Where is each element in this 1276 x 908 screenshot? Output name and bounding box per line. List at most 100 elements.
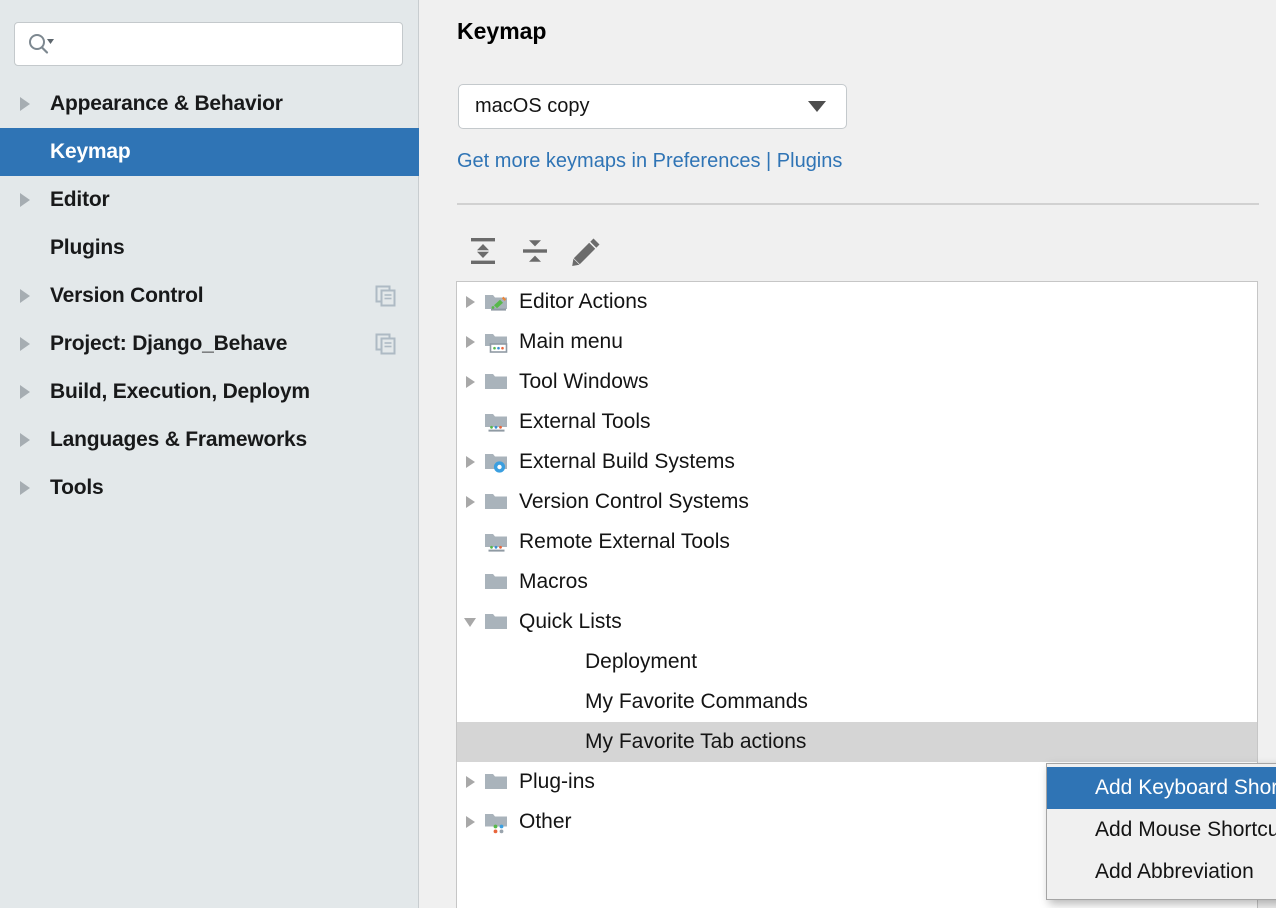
chevron-right-icon[interactable]	[457, 816, 483, 828]
tree-row[interactable]: Remote External Tools	[457, 522, 1257, 562]
divider	[457, 203, 1259, 205]
sidebar-item-label: Version Control	[50, 284, 203, 308]
sidebar-item-editor[interactable]: Editor	[0, 176, 419, 224]
chevron-down-icon[interactable]	[808, 101, 826, 112]
copy-documents-icon[interactable]	[375, 333, 397, 355]
tree-row-label: Version Control Systems	[519, 490, 749, 514]
tree-row-label: Tool Windows	[519, 370, 649, 394]
tree-row-label: Plug-ins	[519, 770, 595, 794]
folder-plain-icon	[483, 769, 509, 795]
collapse-all-button[interactable]	[509, 228, 561, 278]
tree-row[interactable]: External Build Systems	[457, 442, 1257, 482]
sidebar-item-label: Build, Execution, Deploym	[50, 380, 310, 404]
chevron-right-icon[interactable]	[20, 193, 50, 207]
menu-item-label: Add Mouse Shortcut	[1095, 818, 1276, 842]
settings-sidebar: Appearance & Behavior Keymap Editor Plug…	[0, 0, 419, 908]
menu-item-label: Add Abbreviation	[1095, 860, 1254, 884]
link-part-preferences[interactable]: Get more keymaps in Preferences	[457, 150, 760, 172]
tree-row[interactable]: External Tools	[457, 402, 1257, 442]
tree-row[interactable]: Tool Windows	[457, 362, 1257, 402]
sidebar-item-tools[interactable]: Tools	[0, 464, 419, 512]
sidebar-item-label: Tools	[50, 476, 103, 500]
page-title: Keymap	[457, 18, 546, 45]
sidebar-item-label: Plugins	[50, 236, 124, 260]
collapse-all-icon	[518, 234, 552, 273]
keymap-settings-window: Appearance & Behavior Keymap Editor Plug…	[0, 0, 1276, 908]
chevron-right-icon[interactable]	[457, 336, 483, 348]
sidebar-item-plugins[interactable]: Plugins	[0, 224, 419, 272]
folder-editor-icon	[483, 289, 509, 315]
edit-shortcut-button[interactable]	[561, 228, 613, 278]
tree-row-label: Remote External Tools	[519, 530, 730, 554]
search-box[interactable]	[14, 22, 403, 66]
menu-item-add-abbreviation[interactable]: Add Abbreviation	[1047, 851, 1276, 893]
folder-dots-icon	[483, 529, 509, 555]
keymap-select[interactable]: macOS copy	[458, 84, 847, 129]
tree-row-label: External Build Systems	[519, 450, 735, 474]
chevron-right-icon[interactable]	[20, 385, 50, 399]
tree-row-label: Deployment	[585, 650, 697, 674]
tree-row-label: Other	[519, 810, 572, 834]
link-part-plugins[interactable]: Plugins	[777, 150, 843, 172]
chevron-right-icon[interactable]	[20, 97, 50, 111]
tree-row-label: External Tools	[519, 410, 651, 434]
search-icon[interactable]	[27, 33, 55, 55]
tree-row[interactable]: My Favorite Commands	[457, 682, 1257, 722]
chevron-right-icon[interactable]	[457, 456, 483, 468]
chevron-right-icon[interactable]	[457, 776, 483, 788]
menu-item-add-mouse-shortcut[interactable]: Add Mouse Shortcut	[1047, 809, 1276, 851]
tree-row-label: Quick Lists	[519, 610, 622, 634]
sidebar-item-label: Editor	[50, 188, 109, 212]
search-input[interactable]	[61, 29, 402, 59]
chevron-down-icon[interactable]	[457, 618, 483, 627]
expand-all-button[interactable]	[457, 228, 509, 278]
sidebar-item-appearance-behavior[interactable]: Appearance & Behavior	[0, 80, 419, 128]
folder-dots4-icon	[483, 809, 509, 835]
sidebar-item-label: Keymap	[50, 140, 131, 164]
expand-all-icon	[466, 234, 500, 273]
sidebar-item-project[interactable]: Project: Django_Behave	[0, 320, 419, 368]
folder-plain-icon	[483, 609, 509, 635]
tree-row-selected[interactable]: My Favorite Tab actions	[457, 722, 1257, 762]
sidebar-item-languages-frameworks[interactable]: Languages & Frameworks	[0, 416, 419, 464]
chevron-right-icon[interactable]	[20, 433, 50, 447]
tree-row[interactable]: Quick Lists	[457, 602, 1257, 642]
edit-pencil-icon	[570, 234, 604, 273]
tree-row-label: Main menu	[519, 330, 623, 354]
tree-row[interactable]: Macros	[457, 562, 1257, 602]
chevron-right-icon[interactable]	[20, 337, 50, 351]
keymap-panel: Keymap macOS copy Based on macOS keymap …	[420, 0, 1276, 908]
tree-row-label: Editor Actions	[519, 290, 647, 314]
copy-documents-icon[interactable]	[375, 285, 397, 307]
chevron-right-icon[interactable]	[457, 296, 483, 308]
tree-row-label: My Favorite Tab actions	[585, 730, 806, 754]
sidebar-item-label: Project: Django_Behave	[50, 332, 287, 356]
folder-plain-icon	[483, 489, 509, 515]
sidebar-item-keymap[interactable]: Keymap	[0, 128, 419, 176]
tree-toolbar	[457, 228, 613, 278]
folder-plain-icon	[483, 569, 509, 595]
folder-gear-icon	[483, 449, 509, 475]
folder-dots-icon	[483, 409, 509, 435]
chevron-right-icon[interactable]	[20, 289, 50, 303]
tree-row[interactable]: Main menu	[457, 322, 1257, 362]
chevron-right-icon[interactable]	[457, 496, 483, 508]
tree-row[interactable]: Version Control Systems	[457, 482, 1257, 522]
sidebar-item-build-execution-deployment[interactable]: Build, Execution, Deploym	[0, 368, 419, 416]
link-separator: |	[760, 150, 776, 172]
menu-item-add-keyboard-shortcut[interactable]: Add Keyboard Shortcut	[1047, 767, 1276, 809]
folder-plain-icon	[483, 369, 509, 395]
get-more-keymaps-link[interactable]: Get more keymaps in Preferences | Plugin…	[457, 150, 842, 173]
sidebar-item-label: Languages & Frameworks	[50, 428, 307, 452]
tree-row[interactable]: Deployment	[457, 642, 1257, 682]
tree-row[interactable]: Editor Actions	[457, 282, 1257, 322]
chevron-right-icon[interactable]	[20, 481, 50, 495]
tree-row-label: My Favorite Commands	[585, 690, 808, 714]
folder-menu-icon	[483, 329, 509, 355]
context-menu[interactable]: Add Keyboard Shortcut Add Mouse Shortcut…	[1046, 763, 1276, 900]
tree-row-label: Macros	[519, 570, 588, 594]
chevron-right-icon[interactable]	[457, 376, 483, 388]
sidebar-item-version-control[interactable]: Version Control	[0, 272, 419, 320]
sidebar-nav-list: Appearance & Behavior Keymap Editor Plug…	[0, 80, 419, 512]
sidebar-item-label: Appearance & Behavior	[50, 92, 283, 116]
